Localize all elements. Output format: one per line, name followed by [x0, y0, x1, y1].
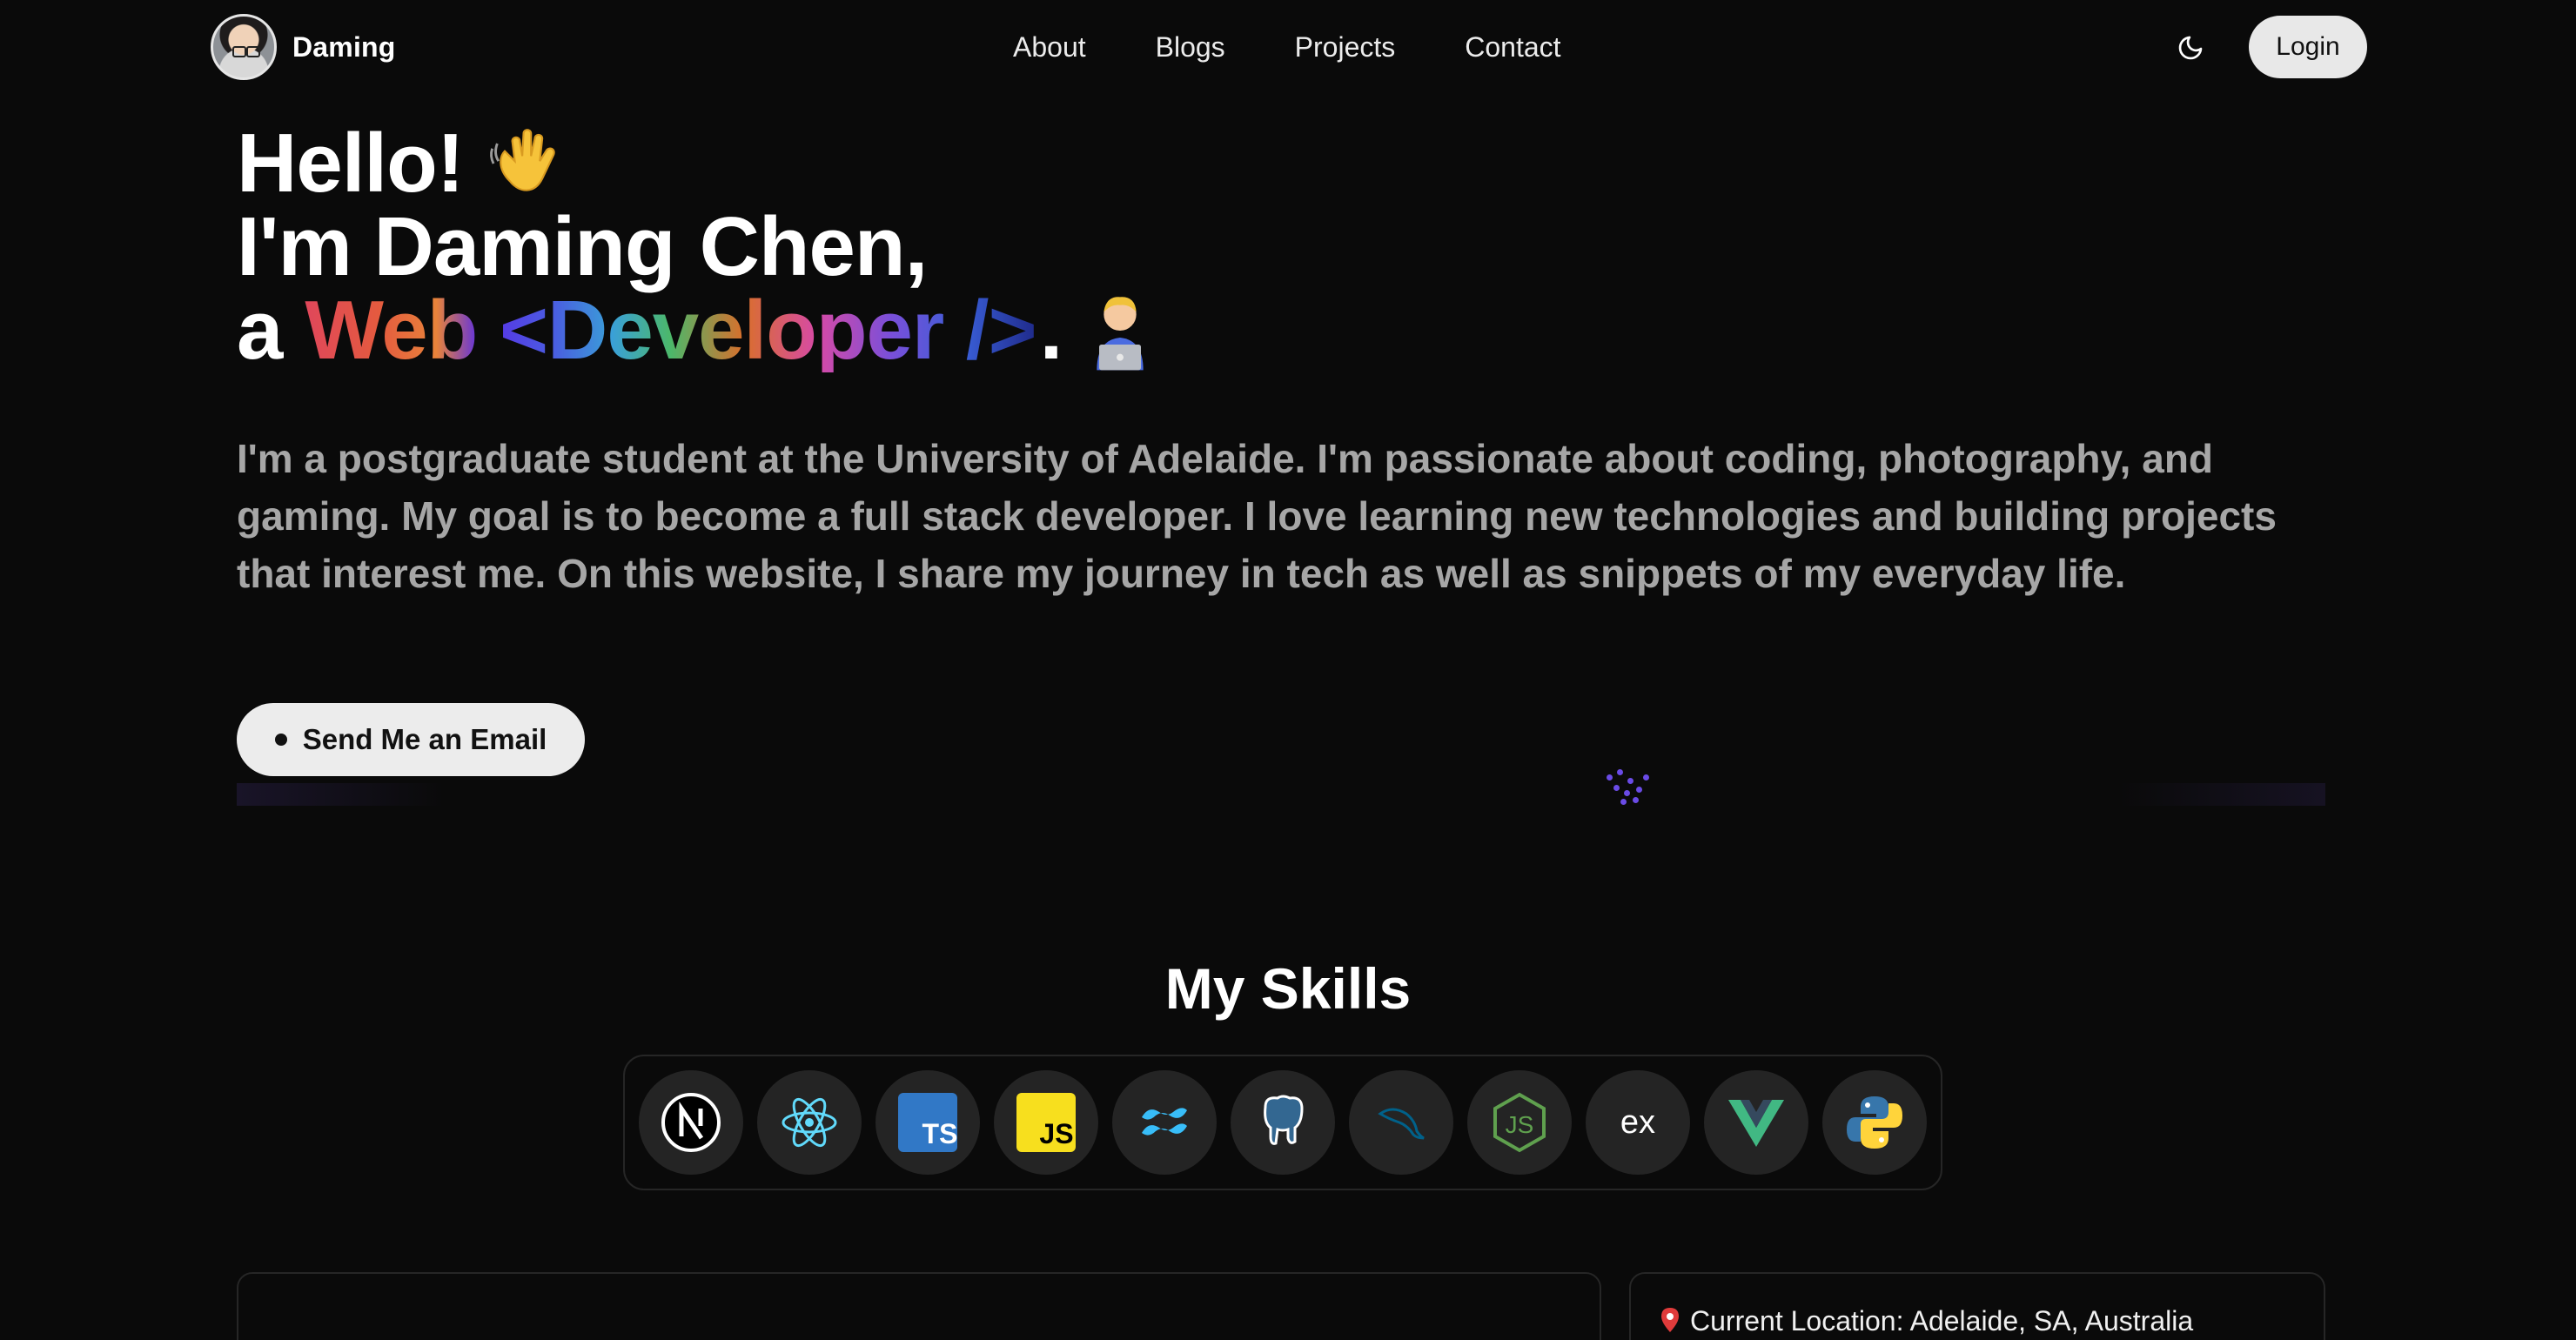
skills-bar: TS JS JS ex	[623, 1055, 1942, 1190]
nextjs-icon[interactable]	[639, 1070, 743, 1175]
tailwind-icon[interactable]	[1112, 1070, 1217, 1175]
skills-title: My Skills	[1164, 956, 1412, 1021]
location-card: Current Location: Adelaide, SA, Australi…	[1629, 1272, 2325, 1340]
vue-icon[interactable]	[1704, 1070, 1808, 1175]
svg-text:JS: JS	[1039, 1118, 1073, 1149]
hero-greeting: Hello!	[237, 117, 465, 210]
svg-text:ex: ex	[1620, 1104, 1655, 1141]
hero-line-2: I'm Daming Chen,	[237, 205, 2325, 289]
nav-projects[interactable]: Projects	[1260, 23, 1431, 71]
hero-line-3: a Web <Developer /> .	[237, 289, 2325, 372]
mysql-icon[interactable]	[1349, 1070, 1453, 1175]
send-email-label: Send Me an Email	[302, 723, 547, 755]
dot-icon	[274, 734, 287, 746]
hero-period: .	[1039, 284, 1063, 377]
nav-about[interactable]: About	[978, 23, 1121, 71]
site-header: Daming About Blogs Projects Contact Logi…	[0, 0, 2576, 94]
bio-paragraph: I'm a postgraduate student at the Univer…	[237, 436, 2277, 596]
waving-hand-icon	[485, 124, 565, 204]
sparkle-particles	[1601, 762, 1671, 806]
hero-line-1: Hello!	[237, 122, 2325, 205]
express-icon[interactable]: ex	[1586, 1070, 1690, 1175]
location-label: Current Location: Adelaide, SA, Australi…	[1690, 1305, 2194, 1337]
nav-blogs[interactable]: Blogs	[1121, 23, 1260, 71]
javascript-icon[interactable]: JS	[994, 1070, 1098, 1175]
hero-article: a	[237, 284, 283, 377]
python-icon[interactable]	[1822, 1070, 1927, 1175]
theme-toggle-button[interactable]	[2169, 26, 2212, 70]
svg-text:TS: TS	[922, 1118, 958, 1149]
hero-role: Web <Developer />	[305, 284, 1036, 377]
avatar	[211, 14, 277, 80]
main-nav: About Blogs Projects Contact	[978, 23, 1596, 71]
postgresql-icon[interactable]	[1231, 1070, 1335, 1175]
nav-contact[interactable]: Contact	[1430, 23, 1595, 71]
typescript-icon[interactable]: TS	[875, 1070, 980, 1175]
svg-text:JS: JS	[1506, 1111, 1534, 1138]
sparkle-strip	[237, 783, 2325, 806]
hero-heading: Hello! I'm Daming Chen, a Web <Developer…	[237, 122, 2325, 372]
login-button[interactable]: Login	[2249, 16, 2367, 78]
pin-icon	[1660, 1307, 1680, 1333]
technologist-icon	[1083, 289, 1157, 372]
hero-name-first: I'm Daming	[237, 200, 676, 293]
brand-link[interactable]: Daming	[211, 14, 396, 80]
brand-name: Daming	[292, 30, 396, 63]
send-email-button[interactable]: Send Me an Email	[237, 703, 585, 776]
content-card	[237, 1272, 1601, 1340]
nodejs-icon[interactable]: JS	[1467, 1070, 1572, 1175]
hero-name-last: Chen,	[699, 200, 929, 293]
moon-icon	[2178, 36, 2203, 60]
react-icon[interactable]	[757, 1070, 862, 1175]
page: Daming About Blogs Projects Contact Logi…	[0, 0, 2576, 1340]
